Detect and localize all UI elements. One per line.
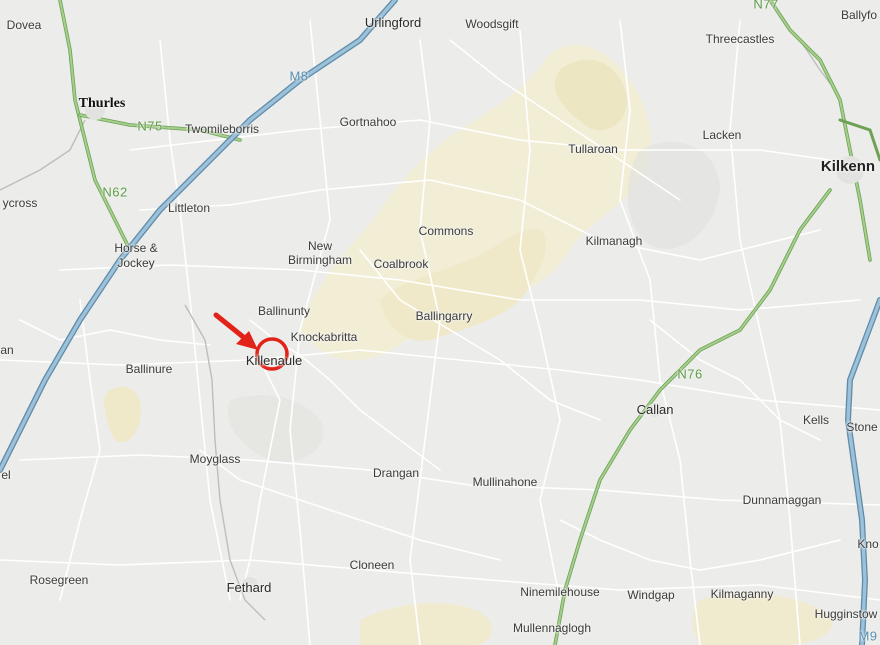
- place-new-birmingham-line2: Birmingham: [287, 253, 353, 267]
- place-killenaule: Killenaule: [245, 353, 303, 368]
- place-knockabritta: Knockabritta: [290, 330, 358, 344]
- place-threecastles: Threecastles: [705, 32, 775, 46]
- place-drangan: Drangan: [372, 466, 420, 480]
- road-label-n62: N62: [102, 184, 128, 200]
- place-rosegreen: Rosegreen: [29, 573, 89, 587]
- place-el: el: [1, 468, 11, 482]
- place-stoneyford: Stone: [846, 420, 878, 434]
- place-horse-jockey-line2: Jockey: [117, 256, 155, 270]
- place-cloneen: Cloneen: [349, 558, 395, 572]
- place-mullennaglogh: Mullennaglogh: [512, 621, 592, 635]
- place-woodsgift: Woodsgift: [465, 17, 519, 31]
- place-tullaroan: Tullaroan: [568, 142, 618, 156]
- place-littleton: Littleton: [167, 201, 211, 215]
- place-ballyfoyle: Ballyfo: [840, 8, 878, 22]
- place-kilkenny: Kilkenn: [820, 158, 876, 175]
- place-dunnamaggan: Dunnamaggan: [742, 493, 822, 507]
- road-label-n75: N75: [137, 118, 163, 134]
- road-label-n76: N76: [677, 366, 703, 382]
- place-ballycross: ycross: [2, 196, 38, 210]
- place-ballinunty: Ballinunty: [257, 304, 311, 318]
- place-thurles: Thurles: [78, 96, 126, 111]
- place-callan: Callan: [636, 402, 674, 417]
- place-knocktopher: Kno: [857, 537, 879, 551]
- road-label-m8: M8: [289, 68, 309, 84]
- road-label-m9: M9: [858, 628, 878, 644]
- place-dovea: Dovea: [6, 18, 42, 32]
- place-commons: Commons: [418, 224, 474, 238]
- place-mullinahone: Mullinahone: [472, 475, 538, 489]
- place-lacken: Lacken: [702, 128, 742, 142]
- place-horse-jockey-line1: Horse &: [114, 241, 158, 255]
- map-view[interactable]: M8 M9 N75 N62 N76 N77 Dovea Urlingford W…: [0, 0, 880, 645]
- place-kilmanagh: Kilmanagh: [585, 234, 643, 248]
- place-fethard: Fethard: [226, 580, 272, 595]
- place-urlingford: Urlingford: [364, 15, 422, 30]
- arrow-icon: [213, 312, 258, 350]
- place-an: an: [0, 343, 14, 357]
- place-gortnahoo: Gortnahoo: [339, 115, 397, 129]
- place-ballingarry: Ballingarry: [415, 309, 473, 323]
- place-twomileborris: Twomileborris: [184, 122, 260, 136]
- road-label-n77: N77: [753, 0, 779, 12]
- place-kells: Kells: [802, 413, 830, 427]
- place-ninemilehouse: Ninemilehouse: [520, 585, 600, 599]
- place-new-birmingham-line1: New: [307, 239, 333, 253]
- place-kilmaganny: Kilmaganny: [710, 587, 774, 601]
- place-coalbrook: Coalbrook: [373, 257, 429, 271]
- place-ballinure: Ballinure: [125, 362, 173, 376]
- place-hugginstown: Hugginstow: [814, 607, 878, 621]
- place-windgap: Windgap: [627, 588, 675, 602]
- place-moyglass: Moyglass: [189, 452, 241, 466]
